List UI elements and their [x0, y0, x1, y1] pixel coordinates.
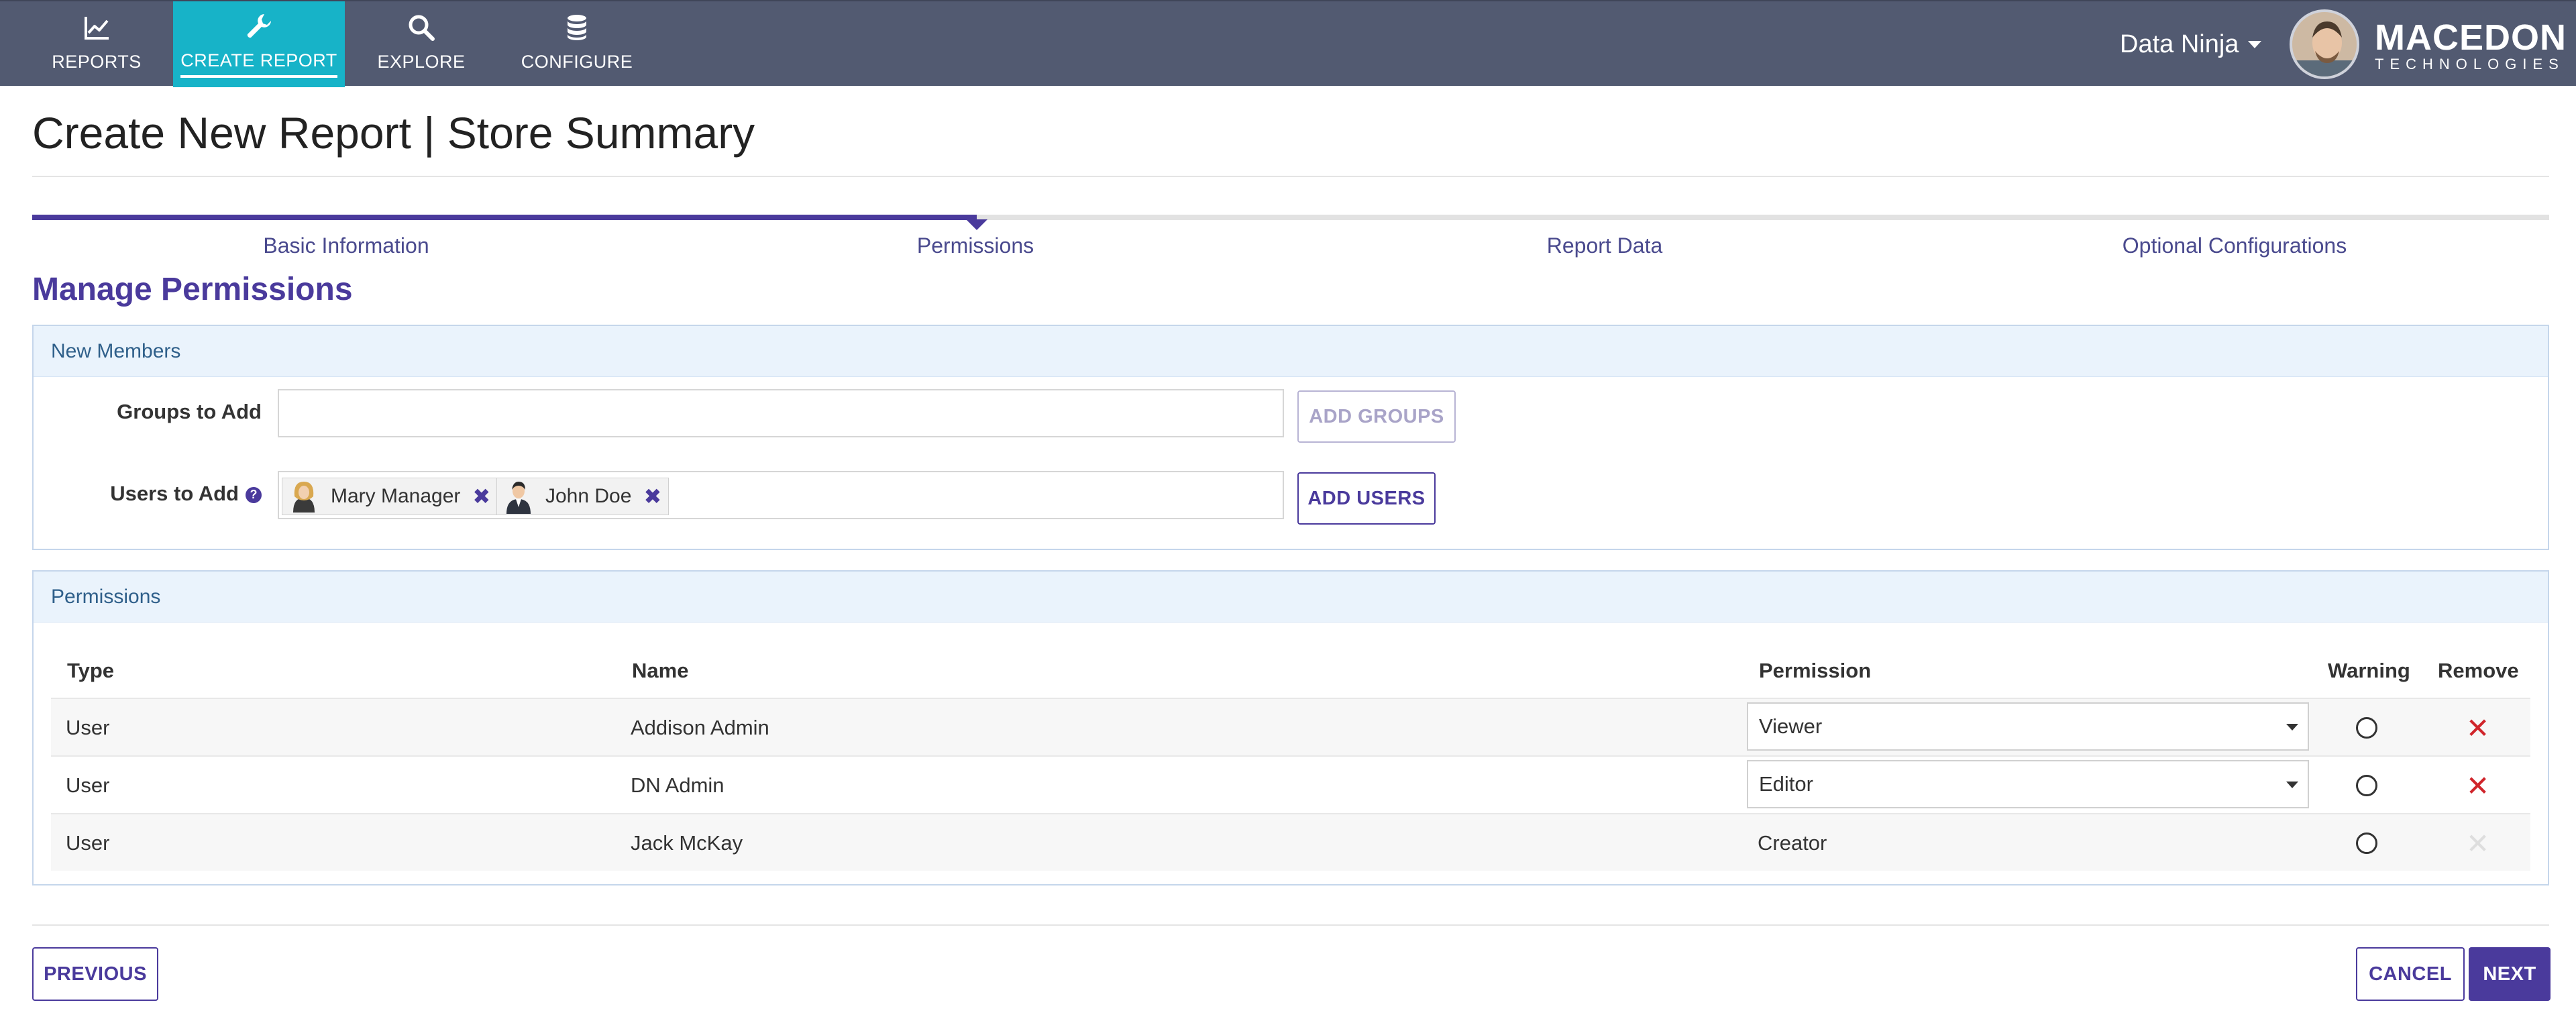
cell-type: User — [66, 773, 110, 797]
warning-radio[interactable] — [2356, 717, 2377, 739]
top-navigation-bar: REPORTS CREATE REPORT EXPLORE CONFIGURE … — [0, 0, 2576, 87]
column-header-type: Type — [67, 659, 115, 682]
nav-item-configure[interactable]: CONFIGURE — [510, 1, 644, 87]
stepper-progress — [32, 215, 977, 220]
section-heading: Manage Permissions — [32, 272, 353, 307]
page-title: Create New Report | Store Summary — [32, 108, 755, 158]
users-to-add-label-text: Users to Add — [110, 482, 239, 505]
step-permissions[interactable]: Permissions — [917, 233, 1034, 258]
tag-label: Mary Manager — [331, 485, 461, 507]
table-row: User Addison Admin Viewer ✕ — [51, 698, 2530, 755]
permission-select[interactable]: Editor — [1747, 760, 2309, 808]
remove-icon[interactable]: ✕ — [2466, 699, 2489, 757]
column-header-name: Name — [632, 659, 689, 682]
permission-select-value: Viewer — [1759, 714, 1823, 738]
add-groups-button[interactable]: ADD GROUPS — [1297, 390, 1456, 443]
table-row: User DN Admin Editor ✕ — [51, 755, 2530, 813]
nav-item-create-report[interactable]: CREATE REPORT — [173, 1, 345, 87]
panel-header: New Members — [34, 326, 2548, 377]
remove-tag-icon[interactable]: ✖ — [472, 484, 490, 509]
step-optional-configurations[interactable]: Optional Configurations — [2123, 233, 2347, 258]
nav-item-explore[interactable]: EXPLORE — [357, 1, 486, 87]
cell-name: DN Admin — [631, 773, 724, 797]
user-name: Data Ninja — [2120, 30, 2239, 58]
line-chart-icon — [85, 16, 109, 40]
permission-select-value: Editor — [1759, 772, 1813, 796]
nav-label: EXPLORE — [377, 51, 466, 72]
column-header-remove: Remove — [2438, 659, 2519, 682]
cell-type: User — [66, 716, 110, 739]
nav-label: CREATE REPORT — [180, 50, 337, 78]
divider — [32, 176, 2549, 177]
user-avatar-icon — [2292, 12, 2357, 76]
next-button[interactable]: NEXT — [2469, 947, 2551, 1001]
brand-tagline: TECHNOLOGIES — [2375, 56, 2565, 72]
previous-button[interactable]: PREVIOUS — [32, 947, 158, 1001]
add-users-button[interactable]: ADD USERS — [1297, 472, 1436, 525]
avatar[interactable] — [2290, 9, 2359, 79]
column-header-warning: Warning — [2328, 659, 2410, 682]
cell-name: Jack McKay — [631, 831, 743, 855]
cancel-button[interactable]: CANCEL — [2356, 947, 2465, 1001]
nav-label: REPORTS — [52, 51, 142, 72]
database-icon — [568, 14, 586, 40]
new-members-panel: New Members Groups to Add ADD GROUPS Use… — [32, 325, 2549, 550]
permission-select[interactable]: Viewer — [1747, 702, 2309, 751]
step-basic-information[interactable]: Basic Information — [263, 233, 429, 258]
groups-to-add-input[interactable] — [278, 389, 1284, 437]
female-user-icon — [293, 482, 315, 513]
chevron-down-icon — [2248, 40, 2262, 48]
cell-type: User — [66, 831, 110, 855]
users-to-add-input[interactable]: Mary Manager ✖ John Doe ✖ — [278, 471, 1284, 519]
groups-to-add-label: Groups to Add — [117, 400, 262, 423]
warning-radio[interactable] — [2356, 775, 2377, 796]
step-report-data[interactable]: Report Data — [1547, 233, 1663, 258]
tag-label: John Doe — [545, 485, 632, 507]
cell-name: Addison Admin — [631, 716, 769, 739]
divider — [32, 924, 2549, 926]
user-tag-john-doe: John Doe ✖ — [496, 478, 669, 515]
caret-down-icon — [2286, 782, 2298, 788]
nav-label: CONFIGURE — [521, 51, 633, 72]
table-row: User Jack McKay Creator ✕ — [51, 813, 2530, 871]
help-icon[interactable]: ? — [246, 486, 262, 503]
wrench-icon — [247, 13, 271, 38]
users-to-add-label: Users to Add? — [34, 482, 262, 506]
user-tag-mary-manager: Mary Manager ✖ — [282, 478, 498, 515]
male-user-icon — [506, 482, 531, 514]
panel-header: Permissions — [34, 572, 2548, 623]
user-menu[interactable]: Data Ninja — [2120, 1, 2262, 87]
remove-tag-icon[interactable]: ✖ — [643, 484, 661, 509]
warning-radio[interactable] — [2356, 832, 2377, 854]
remove-icon-disabled: ✕ — [2466, 827, 2490, 859]
column-header-permission: Permission — [1759, 659, 1872, 682]
brand-name: MACEDON — [2375, 17, 2567, 58]
nav-item-reports[interactable]: REPORTS — [32, 1, 161, 87]
caret-down-icon — [2286, 724, 2298, 731]
remove-icon[interactable]: ✕ — [2466, 757, 2489, 814]
brand-logo: MACEDON TECHNOLOGIES — [2375, 19, 2569, 72]
cell-permission: Creator — [1758, 831, 1827, 855]
search-icon — [409, 15, 435, 41]
stepper-current-marker — [966, 219, 987, 230]
